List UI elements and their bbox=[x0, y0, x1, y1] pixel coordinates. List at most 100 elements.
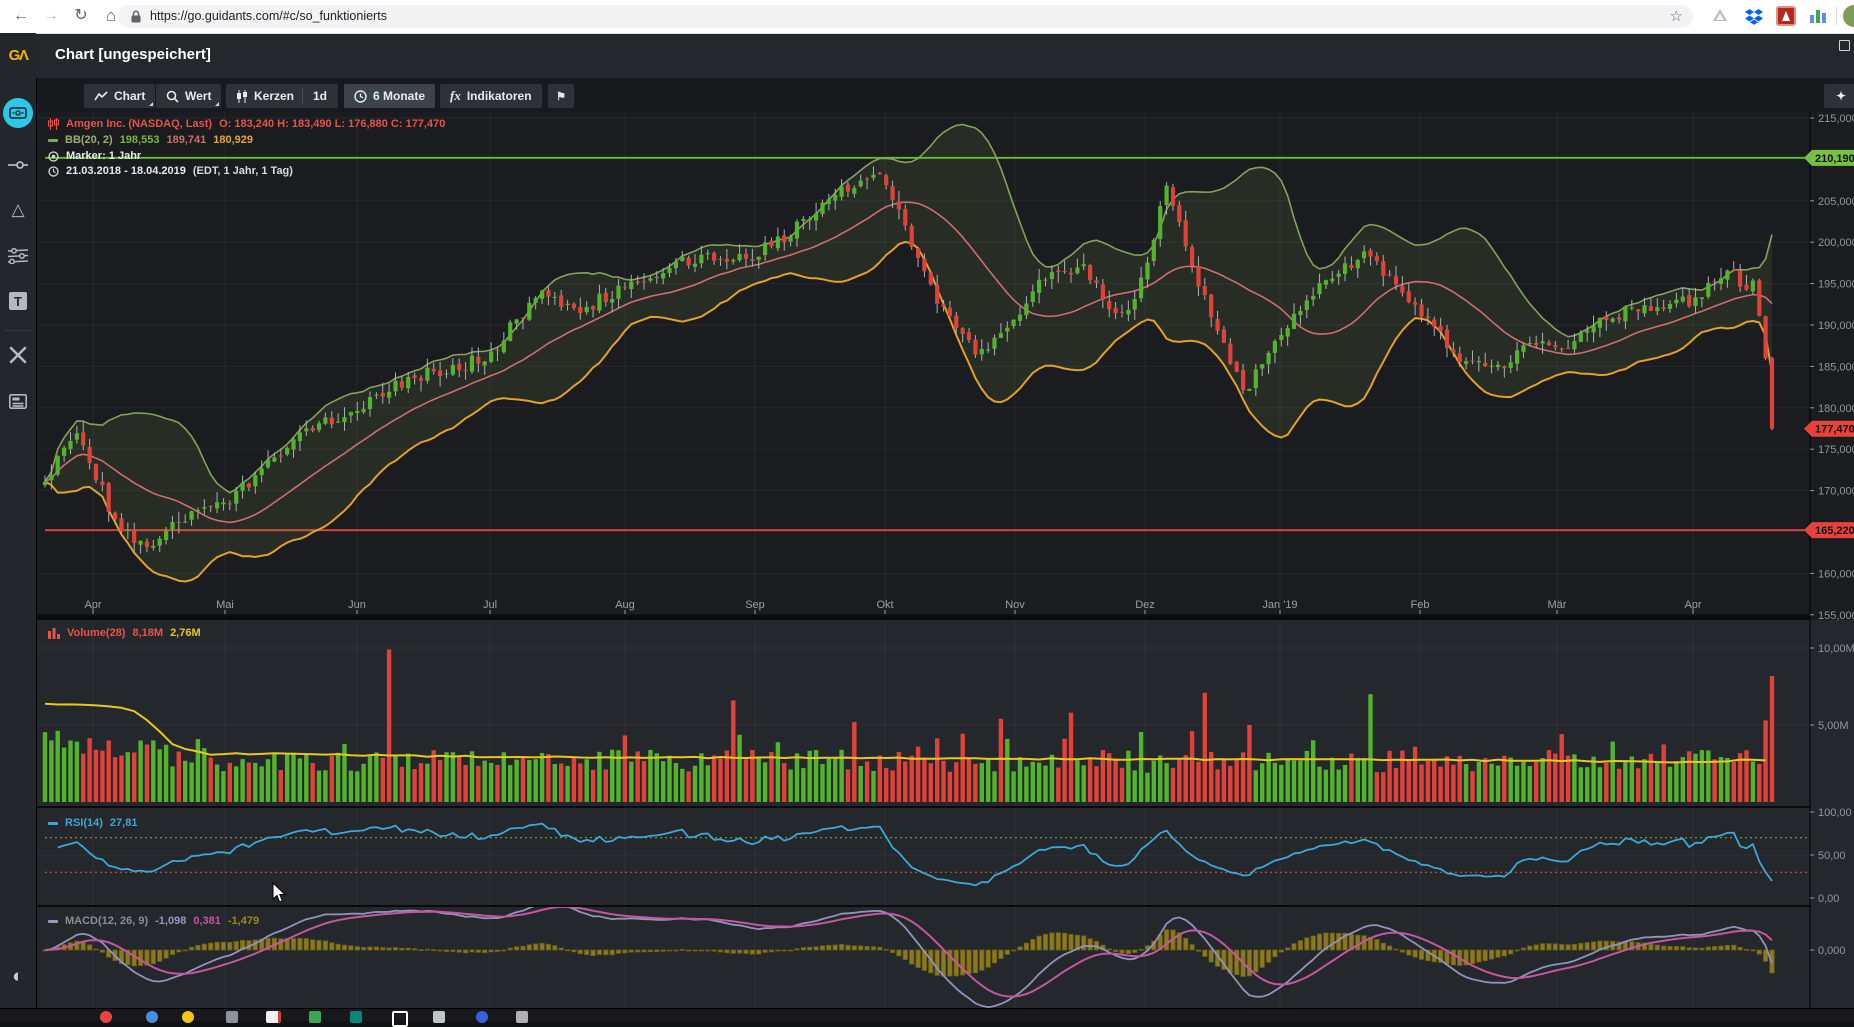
sidebar-item-chart-active[interactable] bbox=[0, 98, 36, 133]
avatar[interactable] bbox=[1843, 5, 1854, 27]
range-text: 21.03.2018 - 18.04.2019 bbox=[66, 165, 186, 177]
ohlc-values: O: 183,240 H: 183,490 L: 176,880 C: 177,… bbox=[219, 118, 445, 130]
svg-text:Jun: Jun bbox=[348, 599, 366, 611]
candlestick-icon bbox=[236, 90, 248, 103]
url-bar[interactable]: https://go.guidants.com/#c/so_funktionie… bbox=[118, 5, 1693, 28]
range-button[interactable]: 6 Monate bbox=[344, 84, 435, 108]
sparkle-icon: ✦ bbox=[1836, 89, 1846, 103]
guidants-logo[interactable]: GΛ bbox=[0, 33, 36, 78]
sidebar-item-tools[interactable] bbox=[0, 346, 36, 369]
indikatoren-button[interactable]: fx Indikatoren bbox=[440, 84, 542, 108]
chart-toolbar: Chart Wert Kerzen 1d 6 Monate fx bbox=[36, 78, 1854, 112]
acrobat-extension-icon[interactable] bbox=[1776, 6, 1798, 28]
taskbar-app-icon[interactable] bbox=[100, 1011, 112, 1023]
sidebar-item-triangle[interactable]: △ bbox=[0, 200, 36, 220]
interval-button[interactable]: 1d bbox=[302, 89, 338, 103]
sidebar-item-contrast[interactable]: ◐ bbox=[0, 966, 36, 988]
bb-swatch bbox=[48, 139, 58, 142]
chrome-divider bbox=[1836, 7, 1837, 25]
svg-text:Feb: Feb bbox=[1411, 599, 1430, 611]
rsi-label: RSI(14) bbox=[65, 817, 103, 829]
line-chart-icon bbox=[94, 91, 108, 102]
chart-type-button[interactable]: Chart bbox=[84, 84, 155, 108]
svg-text:185,000: 185,000 bbox=[1818, 361, 1854, 373]
taskbar-app-icon[interactable] bbox=[350, 1011, 362, 1023]
os-taskbar[interactable] bbox=[0, 1008, 1854, 1021]
svg-text:0,000: 0,000 bbox=[1818, 945, 1846, 957]
bb-mid-value: 189,741 bbox=[166, 134, 206, 146]
dropdown-corner bbox=[215, 102, 219, 106]
magic-button[interactable]: ✦ bbox=[1824, 84, 1854, 108]
bookmark-star-icon[interactable]: ☆ bbox=[1670, 7, 1683, 25]
bb-legend[interactable]: BB(20, 2) 198,553 189,741 180,929 bbox=[48, 134, 253, 146]
macd-swatch bbox=[48, 920, 58, 923]
dropdown-corner bbox=[149, 102, 153, 106]
browser-toolbar: ← → ↻ ⌂ https://go.guidants.com/#c/so_fu… bbox=[0, 0, 1854, 34]
svg-text:165,220: 165,220 bbox=[1815, 525, 1854, 537]
taskbar-app-icon[interactable] bbox=[476, 1011, 488, 1023]
analytics-extension-icon[interactable] bbox=[1808, 6, 1830, 28]
macd-legend[interactable]: MACD(12, 26, 9) -1,098 0,381 -1,479 bbox=[48, 915, 259, 927]
wert-button-label: Wert bbox=[185, 89, 211, 103]
svg-text:10,00M: 10,00M bbox=[1818, 643, 1854, 655]
candle-legend-icon bbox=[48, 118, 59, 130]
svg-text:Mai: Mai bbox=[216, 599, 234, 611]
volume-bars-icon bbox=[48, 628, 60, 639]
svg-text:205,000: 205,000 bbox=[1818, 196, 1854, 208]
url-text: https://go.guidants.com/#c/so_funktionie… bbox=[150, 9, 387, 23]
svg-text:0,00: 0,00 bbox=[1818, 893, 1839, 905]
svg-text:Nov: Nov bbox=[1005, 599, 1025, 611]
search-icon bbox=[166, 90, 179, 103]
macd-hist-value: -1,479 bbox=[228, 915, 259, 927]
taskbar-app-icon[interactable] bbox=[309, 1011, 321, 1023]
taskbar-app-icon[interactable] bbox=[226, 1011, 238, 1023]
svg-text:5,00M: 5,00M bbox=[1818, 720, 1849, 732]
taskbar-app-icon[interactable] bbox=[266, 1011, 281, 1023]
sidebar-item-layout[interactable] bbox=[0, 394, 36, 414]
taskbar-app-icon[interactable] bbox=[146, 1011, 158, 1023]
instrument-name: Amgen Inc. (NASDAQ, Last) bbox=[66, 118, 212, 130]
taskbar-app-icon[interactable] bbox=[182, 1011, 194, 1023]
volume-value: 8,18M bbox=[132, 627, 163, 639]
svg-text:Jan '19: Jan '19 bbox=[1262, 599, 1297, 611]
rsi-legend[interactable]: RSI(14) 27,81 bbox=[48, 817, 137, 829]
taskbar-app-icon[interactable] bbox=[516, 1011, 528, 1023]
svg-text:190,000: 190,000 bbox=[1818, 320, 1854, 332]
marker-legend[interactable]: Marker: 1 Jahr bbox=[48, 150, 141, 162]
svg-text:155,000: 155,000 bbox=[1818, 610, 1854, 622]
svg-text:Apr: Apr bbox=[1684, 599, 1701, 611]
reload-icon[interactable]: ↻ bbox=[68, 3, 94, 29]
range-button-label: 6 Monate bbox=[373, 89, 425, 103]
text-tool-icon: T bbox=[9, 292, 27, 310]
back-icon[interactable]: ← bbox=[8, 3, 34, 29]
sidebar-item-tune[interactable] bbox=[0, 248, 36, 269]
tools-icon bbox=[9, 346, 27, 364]
svg-text:Aug: Aug bbox=[615, 599, 635, 611]
forward-icon[interactable]: → bbox=[38, 3, 64, 29]
range-suffix: (EDT, 1 Jahr, 1 Tag) bbox=[193, 165, 293, 177]
drive-extension-icon[interactable] bbox=[1710, 6, 1732, 28]
chart-button-label: Chart bbox=[114, 89, 145, 103]
triangle-icon: △ bbox=[11, 200, 24, 219]
bb-lower-value: 180,929 bbox=[213, 134, 253, 146]
dropbox-extension-icon[interactable] bbox=[1744, 6, 1766, 28]
indikatoren-button-label: Indikatoren bbox=[467, 89, 532, 103]
wert-button[interactable]: Wert bbox=[156, 84, 221, 108]
taskbar-app-icon[interactable] bbox=[392, 1011, 408, 1027]
sidebar-item-text[interactable]: T bbox=[0, 292, 36, 315]
expand-icon[interactable] bbox=[1839, 40, 1850, 51]
sidebar-divider bbox=[4, 330, 32, 331]
price-legend[interactable]: Amgen Inc. (NASDAQ, Last) O: 183,240 H: … bbox=[48, 118, 445, 130]
chart-canvas[interactable]: 215,000205,000200,000195,000190,000185,0… bbox=[0, 0, 1854, 1020]
svg-text:100,00: 100,00 bbox=[1818, 807, 1852, 819]
volume-ma-value: 2,76M bbox=[170, 627, 201, 639]
kerzen-button[interactable]: Kerzen bbox=[226, 89, 304, 103]
range-legend[interactable]: 21.03.2018 - 18.04.2019 (EDT, 1 Jahr, 1 … bbox=[48, 165, 293, 177]
sidebar-item-slider[interactable] bbox=[0, 158, 36, 176]
svg-text:Okt: Okt bbox=[876, 599, 893, 611]
volume-legend[interactable]: Volume(28) 8,18M 2,76M bbox=[48, 627, 201, 639]
bookmark-button[interactable]: ⚑ bbox=[548, 84, 574, 108]
bb-label: BB(20, 2) bbox=[65, 134, 113, 146]
taskbar-app-icon[interactable] bbox=[433, 1011, 445, 1023]
kerzen-interval-group: Kerzen 1d bbox=[226, 84, 338, 108]
